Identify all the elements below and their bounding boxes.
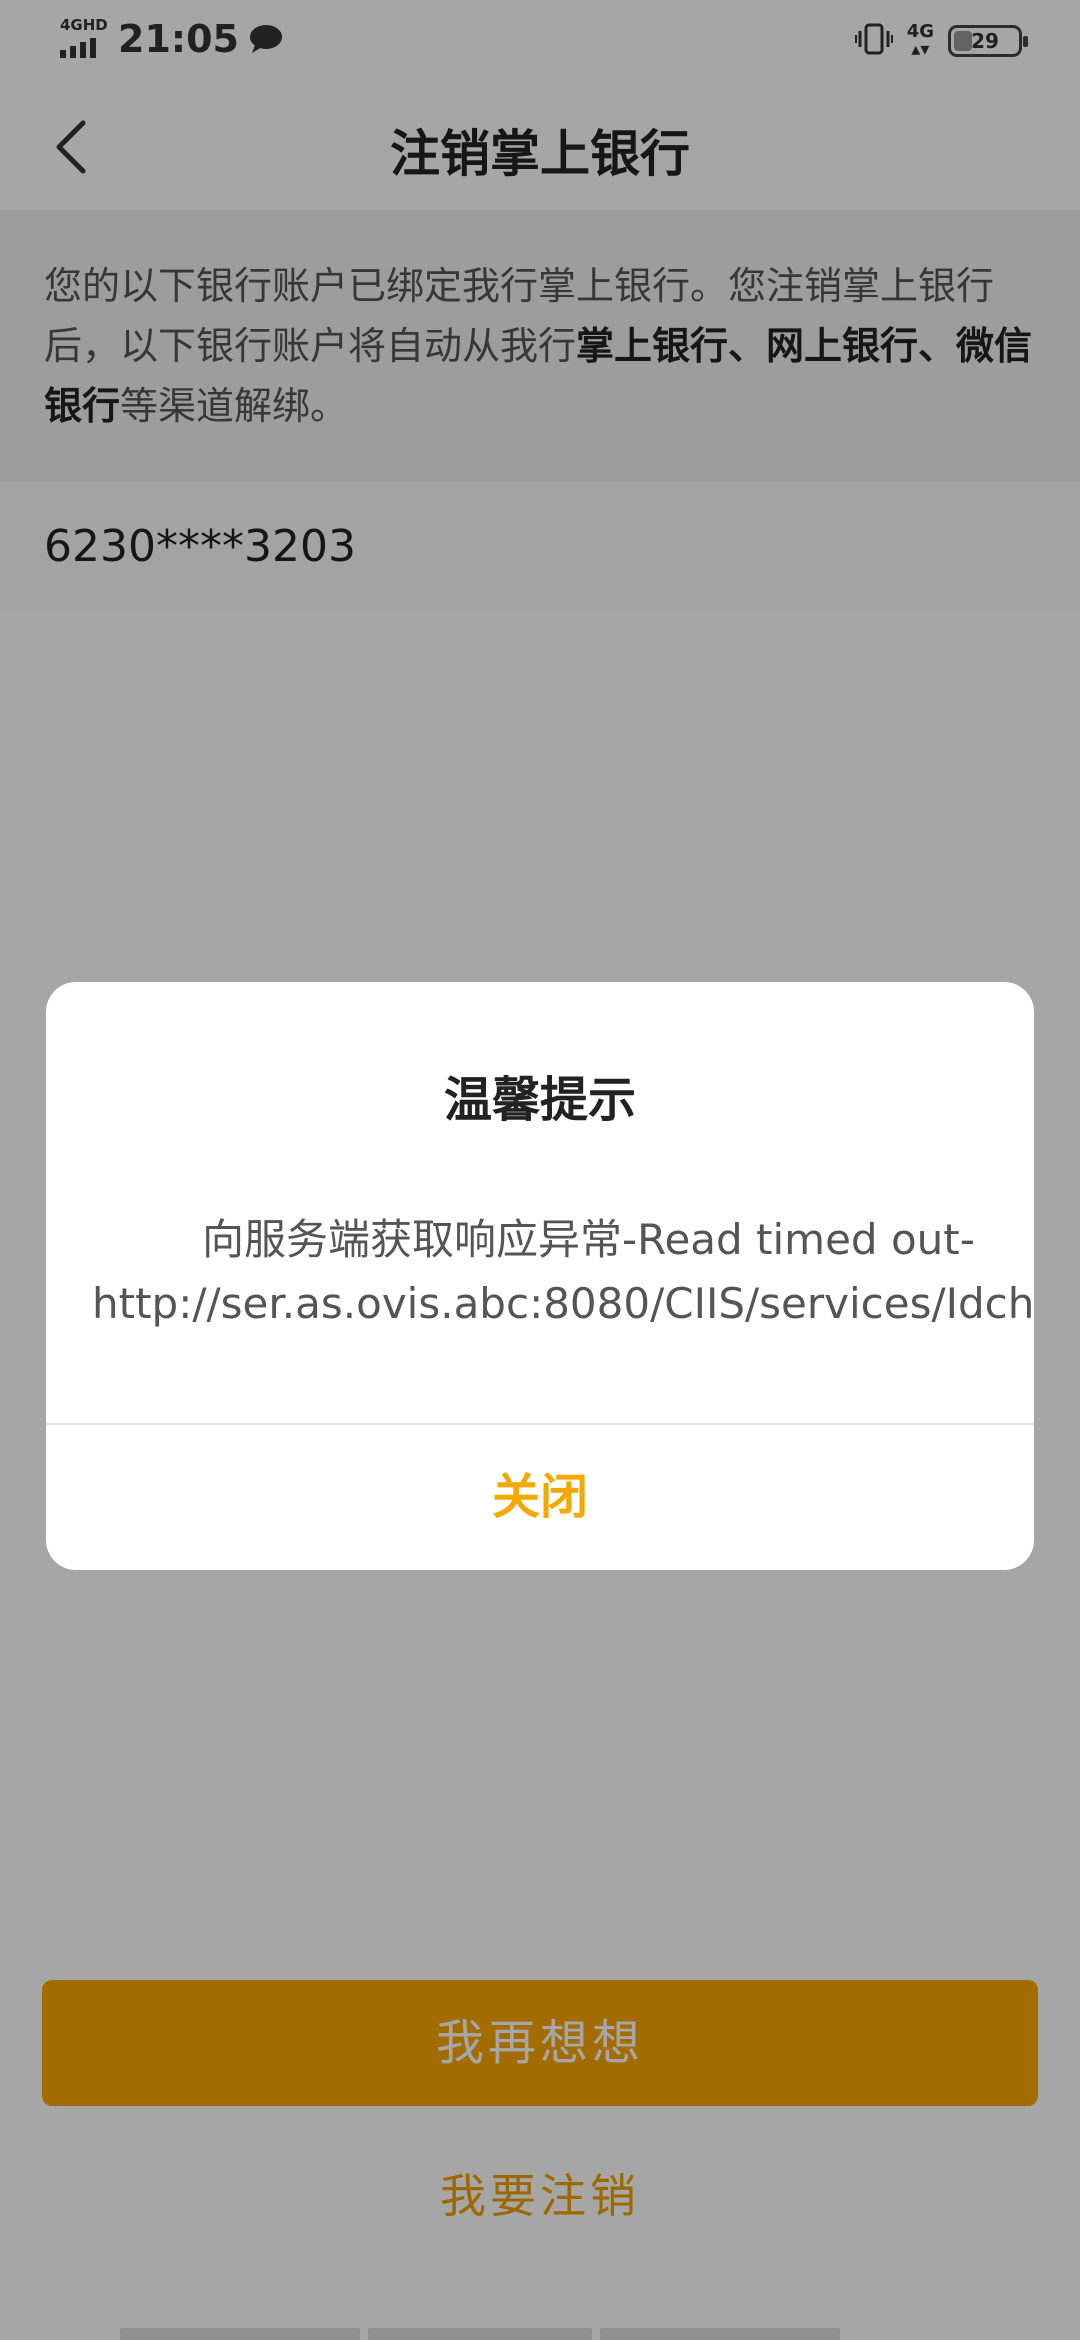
alert-dialog: 温馨提示 向服务端获取响应异常-Read timed out- http://s… [46,982,1034,1570]
close-button[interactable]: 关闭 [46,1425,1034,1570]
dialog-message: 向服务端获取响应异常-Read timed out- http://ser.as… [92,1208,1034,1336]
dialog-message-line1: 向服务端获取响应异常-Read timed out- [202,1215,975,1264]
dialog-message-line2: http://ser.as.ovis.abc:8080/CIIS/service… [92,1279,1034,1328]
dialog-title: 温馨提示 [443,1072,636,1128]
